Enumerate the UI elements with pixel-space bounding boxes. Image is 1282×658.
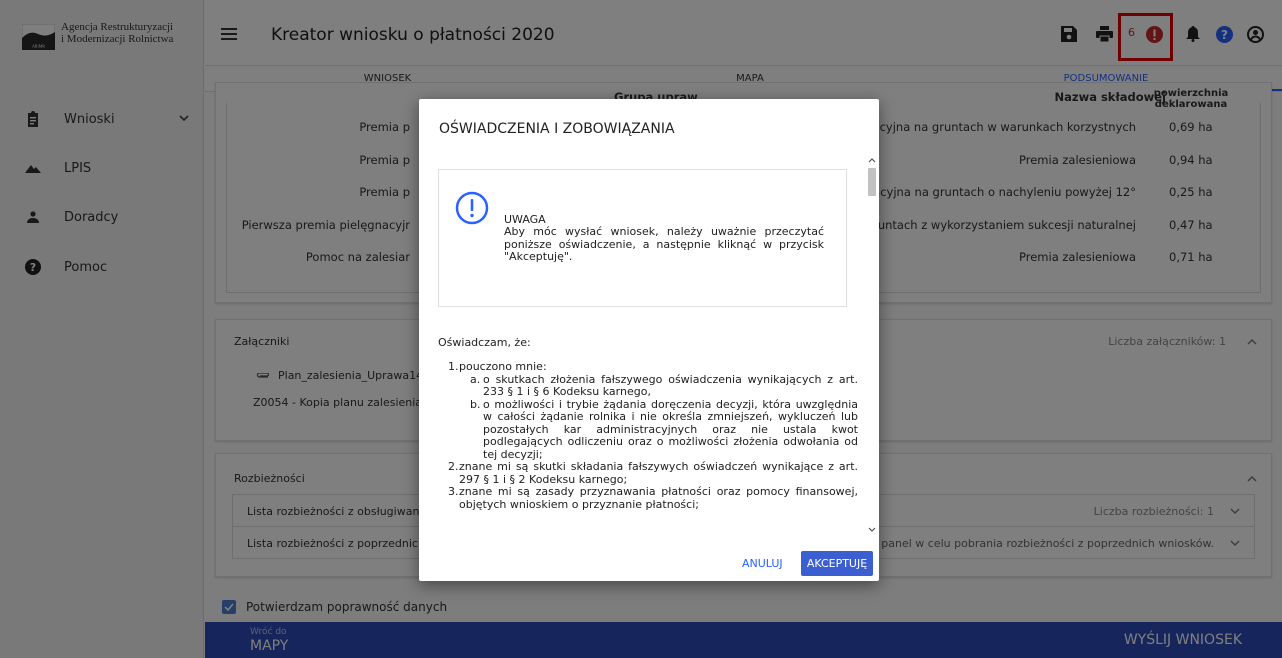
subitem-text: o możliwości i trybie żądania doręczenia… — [483, 397, 858, 461]
dialog-scroll-area[interactable]: UWAGA Aby móc wysłać wniosek, należy uwa… — [419, 156, 879, 534]
item-number: 3. — [448, 485, 459, 498]
declaration-subitem: b. o możliwości i trybie żądania doręczen… — [470, 397, 858, 462]
declaration-list: 1. pouczono mnie: a. o skutkach złożenia f… — [448, 360, 858, 511]
warning-text: Aby móc wysłać wniosek, należy uważnie p… — [504, 225, 824, 263]
scrollbar-thumb[interactable] — [868, 168, 876, 196]
declarations-dialog: OŚWIADCZENIA I ZOBOWIĄZANIA UWAGA Aby mó… — [419, 99, 879, 581]
exclamation-circle-icon — [455, 191, 489, 225]
declaration-item: 3. znane mi są zasady przyznawania płatno… — [448, 485, 858, 511]
item-text: pouczono mnie: — [459, 360, 547, 373]
item-number: 2. — [448, 460, 459, 473]
declaration-item: 2. znane mi są skutki składania fałszywyc… — [448, 460, 858, 486]
declaration-intro: Oświadczam, że: — [438, 336, 531, 349]
item-text: znane mi są skutki składania fałszywych … — [459, 460, 858, 486]
scroll-up-arrow-icon[interactable] — [868, 157, 876, 163]
warning-box: UWAGA Aby móc wysłać wniosek, należy uwa… — [438, 169, 847, 307]
declaration-item: 1. pouczono mnie: — [448, 360, 858, 374]
cancel-button[interactable]: ANULUJ — [742, 557, 783, 570]
item-text: znane mi są zasady przyznawania płatnośc… — [459, 485, 858, 511]
accept-button[interactable]: AKCEPTUJĘ — [801, 551, 873, 576]
dialog-title: OŚWIADCZENIA I ZOBOWIĄZANIA — [439, 121, 675, 137]
dialog-scrollbar[interactable] — [866, 156, 878, 534]
subitem-letter: a. — [470, 372, 481, 386]
item-number: 1. — [448, 360, 459, 373]
subitem-letter: b. — [470, 397, 481, 411]
scroll-down-arrow-icon[interactable] — [868, 527, 876, 533]
subitem-text: o skutkach złożenia fałszywego oświadcze… — [483, 372, 858, 398]
declaration-subitem: a. o skutkach złożenia fałszywego oświadc… — [470, 372, 858, 399]
